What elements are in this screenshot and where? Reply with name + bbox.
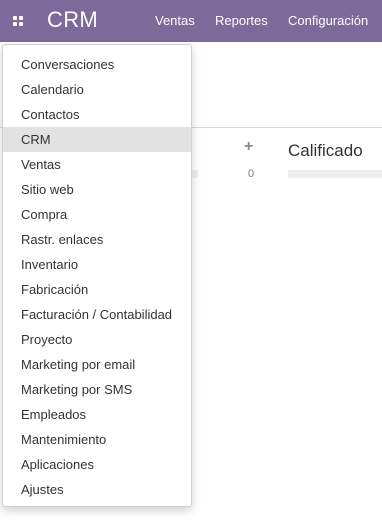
menu-item-ventas[interactable]: Ventas [3, 152, 191, 177]
menu-item-contactos[interactable]: Contactos [3, 102, 191, 127]
top-navbar: CRM Ventas Reportes Configuración [0, 0, 382, 42]
nav-item-reportes[interactable]: Reportes [215, 13, 268, 28]
menu-item-marketing-sms[interactable]: Marketing por SMS [3, 377, 191, 402]
menu-item-marketing-email[interactable]: Marketing por email [3, 352, 191, 377]
stage-progress-bar [288, 170, 382, 178]
menu-item-facturacion[interactable]: Facturación / Contabilidad [3, 302, 191, 327]
stage-title[interactable]: Calificado [288, 141, 363, 161]
menu-item-calendario[interactable]: Calendario [3, 77, 191, 102]
grid-icon [13, 16, 23, 26]
menu-item-inventario[interactable]: Inventario [3, 252, 191, 277]
menu-item-conversaciones[interactable]: Conversaciones [3, 52, 191, 77]
menu-item-sitio-web[interactable]: Sitio web [3, 177, 191, 202]
menu-item-aplicaciones[interactable]: Aplicaciones [3, 452, 191, 477]
column-count: 0 [248, 168, 255, 180]
menu-item-fabricacion[interactable]: Fabricación [3, 277, 191, 302]
menu-item-rastr-enlaces[interactable]: Rastr. enlaces [3, 227, 191, 252]
menu-item-ajustes[interactable]: Ajustes [3, 477, 191, 502]
app-brand[interactable]: CRM [47, 7, 98, 33]
apps-menu-button[interactable] [8, 11, 28, 31]
nav-item-configuracion[interactable]: Configuración [288, 13, 368, 28]
menu-item-compra[interactable]: Compra [3, 202, 191, 227]
apps-dropdown-menu: Conversaciones Calendario Contactos CRM … [2, 44, 192, 507]
menu-item-empleados[interactable]: Empleados [3, 402, 191, 427]
nav-item-ventas[interactable]: Ventas [155, 13, 195, 28]
menu-item-proyecto[interactable]: Proyecto [3, 327, 191, 352]
add-card-icon[interactable]: + [244, 139, 253, 155]
menu-item-mantenimiento[interactable]: Mantenimiento [3, 427, 191, 452]
menu-item-crm[interactable]: CRM [3, 127, 191, 152]
